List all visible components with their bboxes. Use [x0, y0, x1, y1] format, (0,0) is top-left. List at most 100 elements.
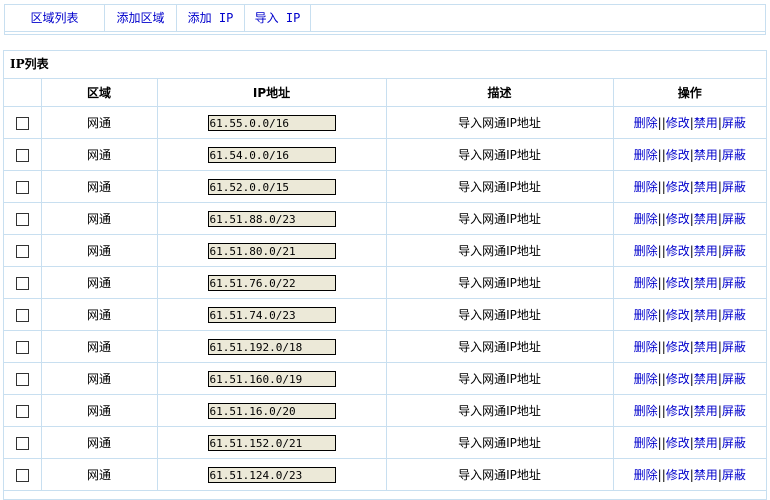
disable-link[interactable]: 禁用 — [694, 372, 718, 386]
row-checkbox[interactable] — [15, 468, 29, 482]
disable-link[interactable]: 禁用 — [694, 276, 718, 290]
edit-link[interactable]: 修改 — [666, 372, 690, 386]
row-checkbox[interactable] — [15, 180, 29, 194]
delete-link[interactable]: 删除 — [634, 404, 658, 418]
block-link[interactable]: 屏蔽 — [722, 372, 746, 386]
disable-link[interactable]: 禁用 — [694, 340, 718, 354]
block-link[interactable]: 屏蔽 — [722, 180, 746, 194]
desc-cell: 导入网通IP地址 — [385, 202, 614, 235]
edit-link[interactable]: 修改 — [666, 308, 690, 322]
row-checkbox[interactable] — [15, 308, 29, 322]
delete-link[interactable]: 删除 — [634, 308, 658, 322]
block-link[interactable]: 屏蔽 — [722, 468, 746, 482]
row-checkbox[interactable] — [15, 436, 29, 450]
region-cell: 网通 — [40, 170, 158, 203]
edit-link[interactable]: 修改 — [666, 244, 690, 258]
ip-field[interactable]: 61.51.192.0/18 — [207, 338, 336, 355]
ip-field[interactable]: 61.54.0.0/16 — [207, 146, 336, 163]
tab-add-ip[interactable]: 添加 IP — [177, 5, 245, 32]
edit-link[interactable]: 修改 — [666, 180, 690, 194]
row-checkbox[interactable] — [15, 276, 29, 290]
delete-link[interactable]: 删除 — [634, 276, 658, 290]
desc-cell: 导入网通IP地址 — [385, 106, 614, 139]
delete-link[interactable]: 删除 — [634, 436, 658, 450]
disable-link[interactable]: 禁用 — [694, 148, 718, 162]
block-link[interactable]: 屏蔽 — [722, 436, 746, 450]
ip-field[interactable]: 61.51.80.0/21 — [207, 242, 336, 259]
desc-cell: 导入网通IP地址 — [385, 458, 614, 491]
block-link[interactable]: 屏蔽 — [722, 340, 746, 354]
block-link[interactable]: 屏蔽 — [722, 308, 746, 322]
edit-link[interactable]: 修改 — [666, 468, 690, 482]
delete-link[interactable]: 删除 — [634, 340, 658, 354]
tab-region-list[interactable]: 区域列表 — [5, 5, 105, 32]
block-link[interactable]: 屏蔽 — [722, 148, 746, 162]
table-row: 网通 61.51.88.0/23 导入网通IP地址 删除||修改|禁用|屏蔽 — [4, 202, 766, 235]
edit-link[interactable]: 修改 — [666, 436, 690, 450]
disable-link[interactable]: 禁用 — [694, 244, 718, 258]
table-row: 网通 61.55.0.0/16 导入网通IP地址 删除||修改|禁用|屏蔽 — [4, 106, 766, 139]
table-row: 网通 61.54.0.0/16 导入网通IP地址 删除||修改|禁用|屏蔽 — [4, 138, 766, 171]
ip-field[interactable]: 61.51.16.0/20 — [207, 402, 336, 419]
delete-link[interactable]: 删除 — [634, 116, 658, 130]
row-checkbox[interactable] — [15, 212, 29, 226]
delete-link[interactable]: 删除 — [634, 148, 658, 162]
region-cell: 网通 — [40, 426, 158, 459]
row-checkbox[interactable] — [15, 404, 29, 418]
delete-link[interactable]: 删除 — [634, 468, 658, 482]
ip-table: 区域 IP地址 描述 操作 网通 61.55.0.0/16 导入网通IP地址 删除||… — [4, 79, 766, 491]
table-row: 网通 61.51.76.0/22 导入网通IP地址 删除||修改|禁用|屏蔽 — [4, 266, 766, 299]
row-checkbox[interactable] — [15, 116, 29, 130]
disable-link[interactable]: 禁用 — [694, 116, 718, 130]
ip-field[interactable]: 61.51.124.0/23 — [207, 466, 336, 483]
row-checkbox[interactable] — [15, 372, 29, 386]
ip-field[interactable]: 61.51.152.0/21 — [207, 434, 336, 451]
tab-import-ip[interactable]: 导入 IP — [245, 5, 311, 32]
edit-link[interactable]: 修改 — [666, 276, 690, 290]
table-row: 网通 61.52.0.0/15 导入网通IP地址 删除||修改|禁用|屏蔽 — [4, 170, 766, 203]
ip-field[interactable]: 61.55.0.0/16 — [207, 114, 336, 131]
disable-link[interactable]: 禁用 — [694, 180, 718, 194]
ip-field[interactable]: 61.51.88.0/23 — [207, 210, 336, 227]
table-header-row: 区域 IP地址 描述 操作 — [4, 79, 766, 107]
block-link[interactable]: 屏蔽 — [722, 244, 746, 258]
block-link[interactable]: 屏蔽 — [722, 276, 746, 290]
delete-link[interactable]: 删除 — [634, 212, 658, 226]
row-checkbox[interactable] — [15, 148, 29, 162]
disable-link[interactable]: 禁用 — [694, 212, 718, 226]
ip-field[interactable]: 61.51.160.0/19 — [207, 370, 336, 387]
edit-link[interactable]: 修改 — [666, 212, 690, 226]
table-row: 网通 61.51.80.0/21 导入网通IP地址 删除||修改|禁用|屏蔽 — [4, 234, 766, 267]
ip-field[interactable]: 61.51.76.0/22 — [207, 274, 336, 291]
actions-cell: 删除||修改|禁用|屏蔽 — [612, 138, 766, 171]
disable-link[interactable]: 禁用 — [694, 468, 718, 482]
ip-cell: 61.54.0.0/16 — [156, 138, 387, 171]
edit-link[interactable]: 修改 — [666, 148, 690, 162]
tab-add-region[interactable]: 添加区域 — [105, 5, 177, 32]
edit-link[interactable]: 修改 — [666, 404, 690, 418]
row-checkbox[interactable] — [15, 340, 29, 354]
desc-cell: 导入网通IP地址 — [385, 298, 614, 331]
block-link[interactable]: 屏蔽 — [722, 212, 746, 226]
edit-link[interactable]: 修改 — [666, 340, 690, 354]
row-select-cell — [4, 298, 42, 331]
block-link[interactable]: 屏蔽 — [722, 404, 746, 418]
disable-link[interactable]: 禁用 — [694, 404, 718, 418]
region-cell: 网通 — [40, 138, 158, 171]
delete-link[interactable]: 删除 — [634, 372, 658, 386]
disable-link[interactable]: 禁用 — [694, 436, 718, 450]
block-link[interactable]: 屏蔽 — [722, 116, 746, 130]
delete-link[interactable]: 删除 — [634, 244, 658, 258]
desc-cell: 导入网通IP地址 — [385, 394, 614, 427]
disable-link[interactable]: 禁用 — [694, 308, 718, 322]
ip-field[interactable]: 61.52.0.0/15 — [207, 178, 336, 195]
ip-cell: 61.55.0.0/16 — [156, 106, 387, 139]
delete-link[interactable]: 删除 — [634, 180, 658, 194]
desc-cell: 导入网通IP地址 — [385, 330, 614, 363]
edit-link[interactable]: 修改 — [666, 116, 690, 130]
ip-field[interactable]: 61.51.74.0/23 — [207, 306, 336, 323]
table-row: 网通 61.51.16.0/20 导入网通IP地址 删除||修改|禁用|屏蔽 — [4, 394, 766, 427]
ip-cell: 61.51.76.0/22 — [156, 266, 387, 299]
actions-cell: 删除||修改|禁用|屏蔽 — [612, 266, 766, 299]
row-checkbox[interactable] — [15, 244, 29, 258]
